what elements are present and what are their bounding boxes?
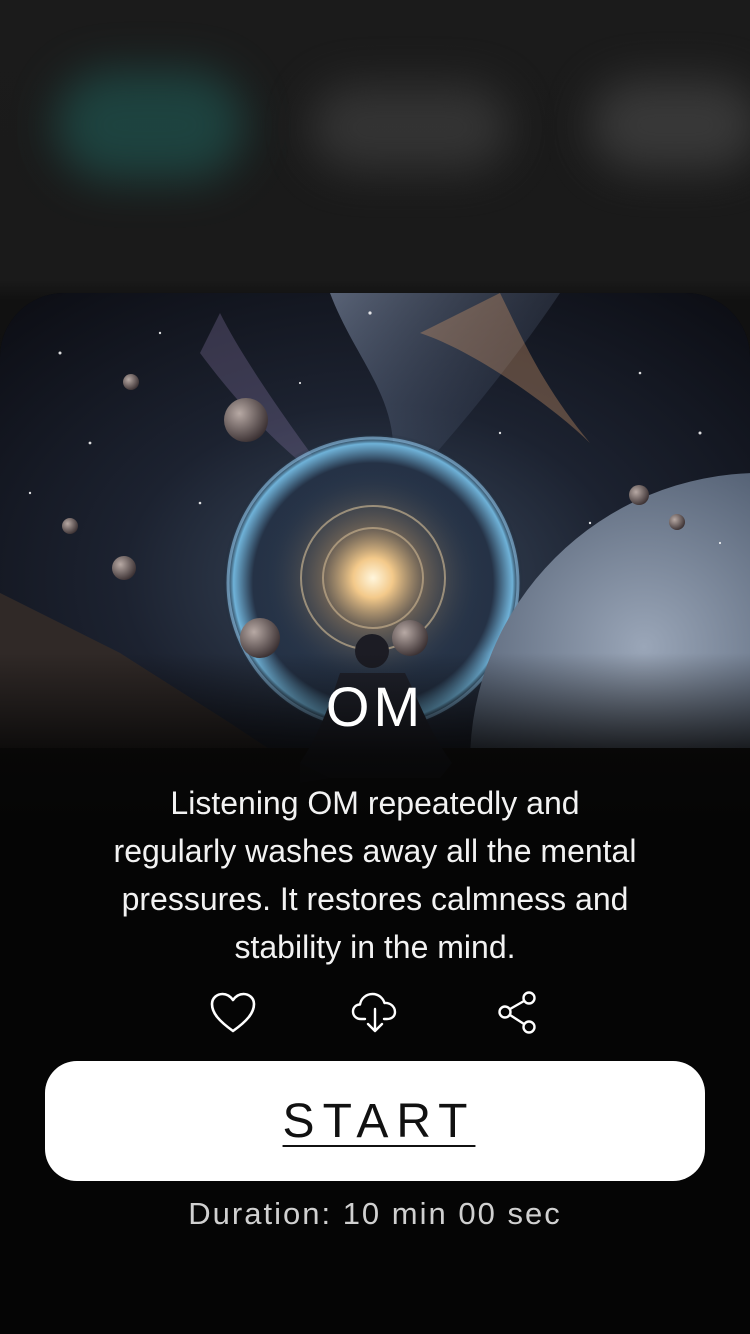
meditation-detail-sheet: OM Listening OM repeatedly and regularly… <box>0 293 750 1334</box>
share-button[interactable] <box>493 991 541 1035</box>
meditation-description: Listening OM repeatedly and regularly wa… <box>113 785 637 965</box>
duration-text: Duration: 10 min 00 sec <box>188 1196 562 1231</box>
start-button[interactable]: START <box>45 1061 705 1181</box>
action-row <box>0 991 750 1035</box>
start-button-label: START <box>282 1094 476 1148</box>
blurred-tile <box>310 85 510 170</box>
like-button[interactable] <box>209 991 257 1035</box>
blurred-tile <box>55 70 245 180</box>
blurred-tile <box>590 80 750 170</box>
cloud-download-icon <box>351 992 397 1033</box>
heart-outline-icon <box>210 992 256 1033</box>
share-icon <box>498 991 536 1034</box>
meditation-title: OM <box>325 675 425 738</box>
download-button[interactable] <box>351 991 399 1035</box>
